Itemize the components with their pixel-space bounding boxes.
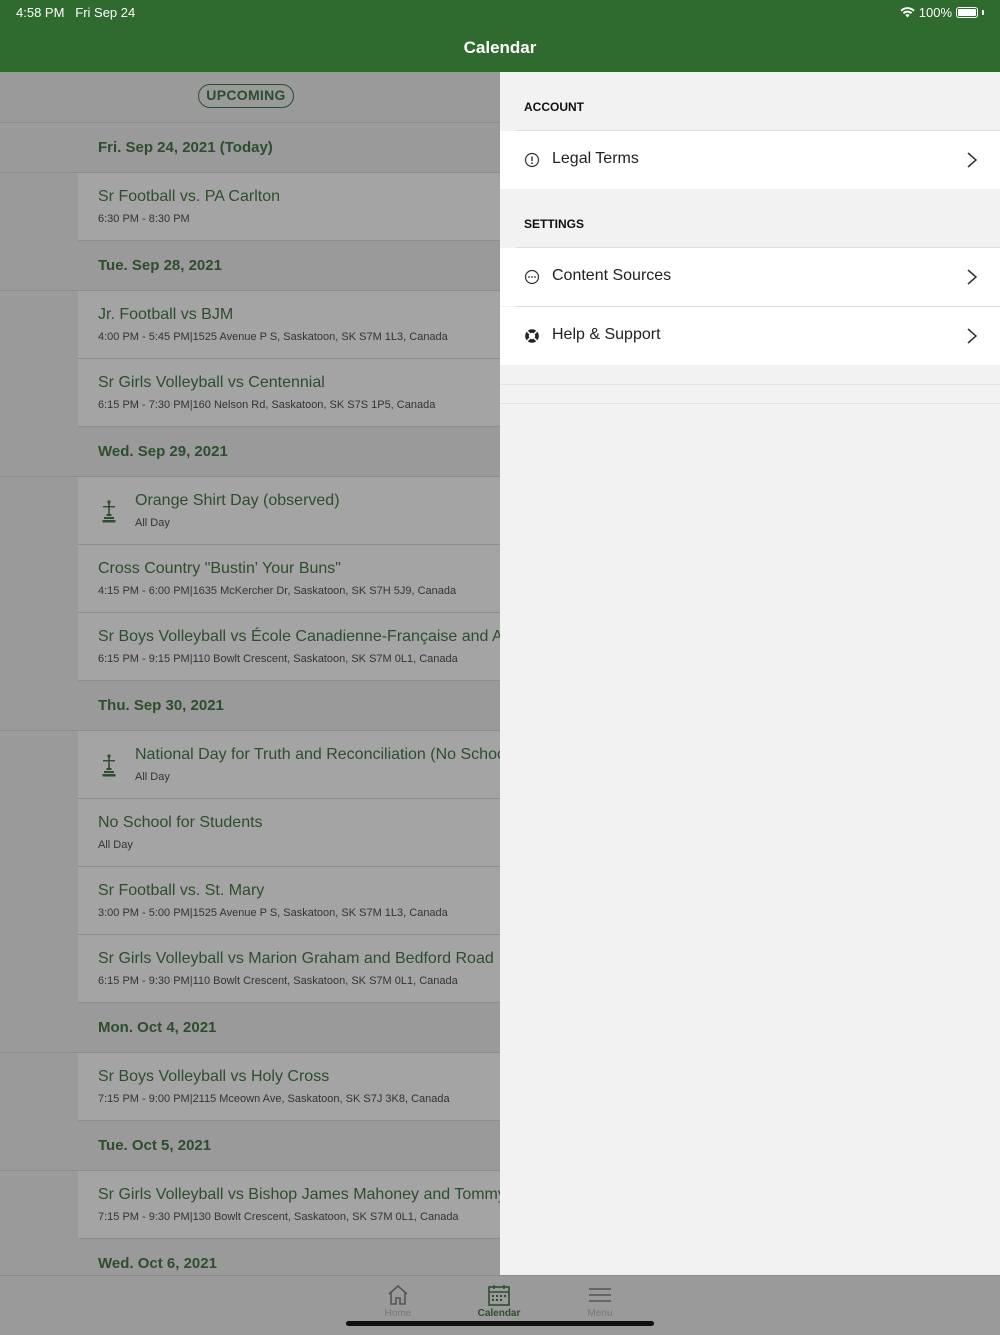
status-bar: 4:58 PM Fri Sep 24 100% bbox=[0, 0, 1000, 24]
event-title: Sr Football vs. PA Carlton bbox=[98, 188, 280, 205]
event-title: Sr Football vs. St. Mary bbox=[98, 882, 265, 899]
info-icon bbox=[524, 152, 540, 168]
chevron-right-icon bbox=[967, 152, 978, 168]
statue-icon bbox=[102, 753, 116, 777]
event-title: Sr Boys Volleyball vs École Canadienne-F… bbox=[98, 628, 500, 645]
event-details: 6:15 PM - 7:30 PM|160 Nelson Rd, Saskato… bbox=[98, 399, 436, 411]
event-title: Cross Country "Bustin' Your Buns" bbox=[98, 560, 341, 577]
event-row[interactable]: Sr Girls Volleyball vs Centennial 6:15 PM… bbox=[78, 359, 500, 427]
tab-menu-label: Menu bbox=[587, 1308, 613, 1319]
event-details: All Day bbox=[98, 839, 133, 851]
date-header: Wed. Oct 6, 2021 bbox=[0, 1239, 500, 1275]
event-details: 7:15 PM - 9:30 PM|130 Bowlt Crescent, Sa… bbox=[98, 1211, 459, 1223]
date-header: Fri. Sep 24, 2021 (Today) bbox=[0, 123, 500, 173]
filter-row: UPCOMING bbox=[0, 72, 500, 123]
event-title: Sr Boys Volleyball vs Holy Cross bbox=[98, 1068, 330, 1085]
event-row[interactable]: Sr Boys Volleyball vs École Canadienne-F… bbox=[78, 613, 500, 681]
event-row[interactable]: Orange Shirt Day (observed) All Day bbox=[78, 477, 500, 545]
date-header: Tue. Sep 28, 2021 bbox=[0, 241, 500, 291]
event-title: Sr Girls Volleyball vs Bishop James Maho… bbox=[98, 1186, 500, 1203]
event-details: 3:00 PM - 5:00 PM|1525 Avenue P S, Saska… bbox=[98, 907, 448, 919]
event-row[interactable]: No School for Students All Day bbox=[78, 799, 500, 867]
calendar-icon bbox=[488, 1285, 510, 1306]
home-indicator bbox=[346, 1321, 654, 1326]
event-title: Sr Girls Volleyball vs Marion Graham and… bbox=[98, 950, 494, 967]
tab-home[interactable]: Home bbox=[363, 1284, 433, 1319]
tab-calendar[interactable]: Calendar bbox=[464, 1284, 534, 1319]
event-title: Sr Girls Volleyball vs Centennial bbox=[98, 374, 325, 391]
wifi-icon bbox=[900, 7, 915, 18]
event-row[interactable]: National Day for Truth and Reconciliatio… bbox=[78, 731, 500, 799]
event-title: Orange Shirt Day (observed) bbox=[135, 492, 340, 509]
event-details: All Day bbox=[135, 771, 170, 783]
legal-terms-row[interactable]: Legal Terms bbox=[500, 131, 1000, 189]
ellipsis-circle-icon bbox=[524, 269, 540, 285]
content-sources-label: Content Sources bbox=[552, 267, 672, 284]
event-row[interactable]: Sr Football vs. PA Carlton 6:30 PM - 8:30… bbox=[78, 173, 500, 241]
event-details: 7:15 PM - 9:00 PM|2115 Mceown Ave, Saska… bbox=[98, 1093, 450, 1105]
nav-bar: Calendar bbox=[0, 24, 1000, 72]
event-row[interactable]: Sr Football vs. St. Mary 3:00 PM - 5:00 P… bbox=[78, 867, 500, 935]
tab-bar: Home Calendar Menu bbox=[0, 1275, 1000, 1335]
tab-home-label: Home bbox=[384, 1308, 412, 1319]
tab-calendar-label: Calendar bbox=[477, 1308, 521, 1319]
tab-menu[interactable]: Menu bbox=[565, 1284, 635, 1319]
event-title: Jr. Football vs BJM bbox=[98, 306, 234, 323]
date-header: Wed. Sep 29, 2021 bbox=[0, 427, 500, 477]
help-support-label: Help & Support bbox=[552, 326, 661, 343]
page-title: Calendar bbox=[463, 38, 537, 57]
status-indicators: 100% bbox=[900, 5, 984, 20]
side-drawer: ACCOUNT Legal Terms SETTINGS Content Sou… bbox=[500, 72, 1000, 1275]
event-row[interactable]: Sr Boys Volleyball vs Holy Cross 7:15 PM … bbox=[78, 1053, 500, 1121]
event-details: 6:15 PM - 9:15 PM|110 Bowlt Crescent, Sa… bbox=[98, 653, 458, 665]
lifebuoy-icon bbox=[525, 329, 539, 343]
event-row[interactable]: Sr Girls Volleyball vs Bishop James Maho… bbox=[78, 1171, 500, 1239]
home-icon bbox=[388, 1284, 408, 1305]
battery-icon bbox=[956, 7, 978, 18]
chevron-right-icon bbox=[967, 269, 978, 285]
event-details: 4:00 PM - 5:45 PM|1525 Avenue P S, Saska… bbox=[98, 331, 448, 343]
help-support-row[interactable]: Help & Support bbox=[500, 307, 1000, 365]
statue-icon bbox=[102, 499, 116, 523]
event-details: 6:15 PM - 9:30 PM|110 Bowlt Crescent, Sa… bbox=[98, 975, 458, 987]
calendar-list[interactable]: UPCOMING Fri. Sep 24, 2021 (Today) Sr Foo… bbox=[0, 72, 500, 1275]
event-details: 4:15 PM - 6:00 PM|1635 McKercher Dr, Sas… bbox=[98, 585, 457, 597]
event-row[interactable]: Jr. Football vs BJM 4:00 PM - 5:45 PM|152… bbox=[78, 291, 500, 359]
event-row[interactable]: Cross Country "Bustin' Your Buns" 4:15 PM… bbox=[78, 545, 500, 613]
date-header: Thu. Sep 30, 2021 bbox=[0, 681, 500, 731]
settings-section-label: SETTINGS bbox=[524, 217, 585, 231]
event-title: National Day for Truth and Reconciliatio… bbox=[135, 746, 500, 763]
event-title: No School for Students bbox=[98, 814, 263, 831]
menu-icon bbox=[589, 1288, 611, 1302]
battery-percent: 100% bbox=[918, 5, 952, 20]
event-details: 6:30 PM - 8:30 PM bbox=[98, 213, 190, 225]
date-header: Tue. Oct 5, 2021 bbox=[0, 1121, 500, 1171]
chevron-right-icon bbox=[967, 328, 978, 344]
content-sources-row[interactable]: Content Sources bbox=[500, 248, 1000, 306]
status-time: 4:58 PM Fri Sep 24 bbox=[16, 5, 136, 20]
account-section-label: ACCOUNT bbox=[524, 100, 584, 114]
date-header: Mon. Oct 4, 2021 bbox=[0, 1003, 500, 1053]
event-row[interactable]: Sr Girls Volleyball vs Marion Graham and… bbox=[78, 935, 500, 1003]
upcoming-filter-button[interactable]: UPCOMING bbox=[198, 84, 294, 108]
legal-terms-label: Legal Terms bbox=[552, 150, 639, 167]
event-details: All Day bbox=[135, 517, 170, 529]
